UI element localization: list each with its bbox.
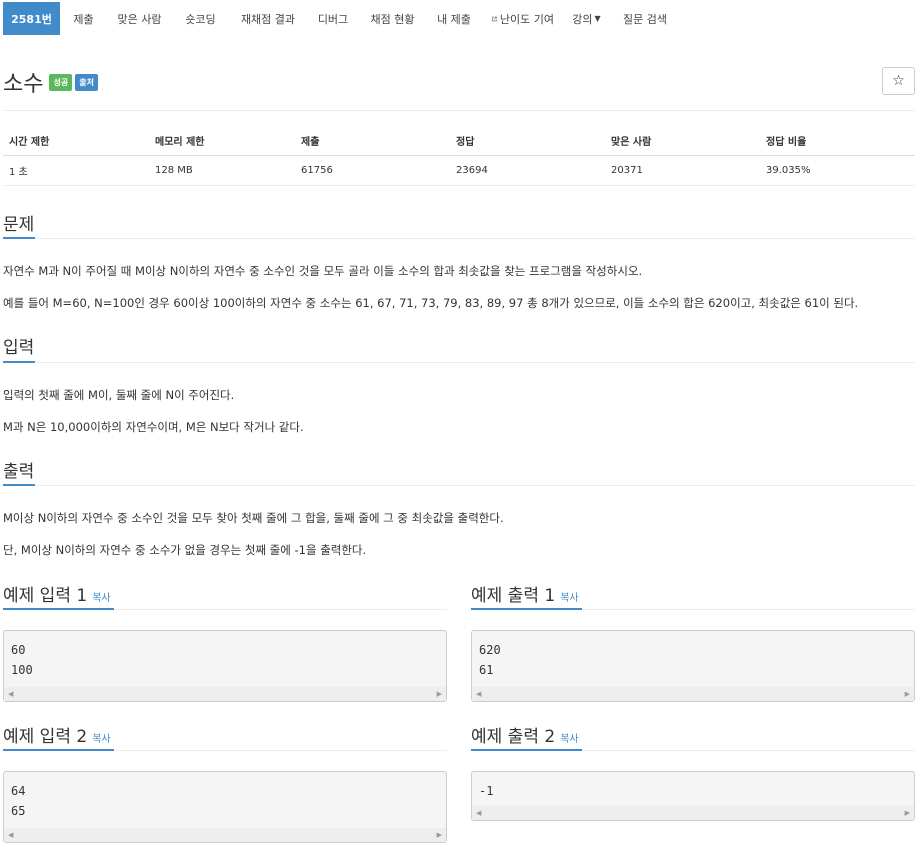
sample-input-1-box[interactable]: 60 100 ◀ ▶ [3, 630, 447, 702]
description-underline [3, 237, 35, 239]
info-header-row: 시간 제한 메모리 제한 제출 정답 맞은 사람 정답 비율 [3, 126, 915, 156]
source-badge[interactable]: 출처 [75, 73, 98, 91]
scroll-left-icon[interactable]: ◀ [476, 809, 481, 817]
nav-lectures-dropdown[interactable]: 강의 ▼ [564, 2, 609, 35]
favorite-button[interactable]: ☆ [882, 67, 915, 95]
description-heading: 문제 [3, 215, 35, 235]
scroll-right-icon[interactable]: ▶ [437, 690, 442, 698]
sample-input-2-heading: 예제 입력 2 복사 [3, 727, 111, 747]
sample-input-1-content: 60 100 [11, 643, 33, 677]
copy-sample-output-1-button[interactable]: 복사 [560, 593, 578, 604]
sample-output-1-underline [471, 608, 582, 610]
horizontal-scrollbar[interactable]: ◀ ▶ [472, 806, 914, 820]
star-icon: ☆ [892, 73, 905, 89]
copy-sample-output-2-button[interactable]: 복사 [560, 734, 578, 745]
nav-question-search[interactable]: 질문 검색 [609, 2, 681, 35]
output-divider [3, 485, 915, 486]
nav-short-coding[interactable]: 숏코딩 [172, 2, 229, 35]
scroll-left-icon[interactable]: ◀ [476, 690, 481, 698]
sample-input-1-underline [3, 608, 114, 610]
sample-output-1-heading: 예제 출력 1 복사 [471, 586, 579, 606]
value-accept-ratio: 39.035% [760, 155, 915, 186]
value-time-limit: 1 초 [3, 155, 149, 186]
header-accept-ratio: 정답 비율 [760, 126, 915, 156]
nav-judge-status[interactable]: 채점 현황 [359, 2, 426, 35]
scroll-left-icon[interactable]: ◀ [8, 831, 13, 839]
title-divider [3, 110, 915, 111]
output-paragraph: M이상 N이하의 자연수 중 소수인 것을 모두 찾아 첫째 줄에 그 합을, … [3, 511, 504, 525]
header-time-limit: 시간 제한 [3, 126, 149, 156]
header-accepted-users: 맞은 사람 [605, 126, 760, 156]
problem-title: 소수 [3, 72, 44, 97]
sample-output-1-box[interactable]: 620 61 ◀ ▶ [471, 630, 915, 702]
horizontal-scrollbar[interactable]: ◀ ▶ [4, 828, 446, 842]
input-paragraph: M과 N은 10,000이하의 자연수이며, M은 N보다 작거나 같다. [3, 420, 304, 434]
problem-title-row: 소수 성공 출처 [3, 66, 101, 98]
nav-my-submissions[interactable]: 내 제출 [426, 2, 482, 35]
description-paragraph: 예를 들어 M=60, N=100인 경우 60이상 100이하의 자연수 중 … [3, 296, 859, 310]
sample-output-1-content: 620 61 [479, 643, 501, 677]
sample-input-2-content: 64 65 [11, 784, 26, 818]
nav-rejudge-results[interactable]: 재채점 결과 [229, 2, 307, 35]
problem-nav: 2581번 제출 맞은 사람 숏코딩 재채점 결과 디버그 채점 현황 내 제출… [3, 2, 681, 35]
header-submissions: 제출 [295, 126, 450, 156]
external-link-icon [492, 16, 497, 21]
nav-debug[interactable]: 디버그 [307, 2, 359, 35]
sample-output-2-heading: 예제 출력 2 복사 [471, 727, 579, 747]
horizontal-scrollbar[interactable]: ◀ ▶ [4, 687, 446, 701]
horizontal-scrollbar[interactable]: ◀ ▶ [472, 687, 914, 701]
copy-sample-input-1-button[interactable]: 복사 [92, 593, 110, 604]
header-accepted: 정답 [450, 126, 605, 156]
scroll-right-icon[interactable]: ▶ [905, 809, 910, 817]
caret-down-icon: ▼ [594, 14, 601, 23]
value-accepted: 23694 [450, 155, 605, 186]
value-accepted-users: 20371 [605, 155, 760, 186]
scroll-left-icon[interactable]: ◀ [8, 690, 13, 698]
output-underline [3, 484, 35, 486]
nav-submit[interactable]: 제출 [60, 2, 107, 35]
output-heading: 출력 [3, 462, 35, 482]
sample-output-2-underline [471, 749, 582, 751]
scroll-right-icon[interactable]: ▶ [437, 831, 442, 839]
input-paragraph: 입력의 첫째 줄에 M이, 둘째 줄에 N이 주어진다. [3, 388, 235, 402]
value-submissions: 61756 [295, 155, 450, 186]
problem-info-table: 시간 제한 메모리 제한 제출 정답 맞은 사람 정답 비율 1 초 128 M… [3, 126, 915, 186]
value-memory-limit: 128 MB [149, 155, 295, 186]
info-value-row: 1 초 128 MB 61756 23694 20371 39.035% [3, 155, 915, 186]
input-divider [3, 362, 915, 363]
nav-problem-number[interactable]: 2581번 [3, 2, 60, 35]
sample-output-2-content: -1 [479, 784, 494, 798]
description-divider [3, 238, 915, 239]
output-paragraph: 단, M이상 N이하의 자연수 중 소수가 없을 경우는 첫째 줄에 -1을 출… [3, 543, 367, 557]
scroll-right-icon[interactable]: ▶ [905, 690, 910, 698]
input-heading: 입력 [3, 338, 35, 358]
sample-input-1-heading: 예제 입력 1 복사 [3, 586, 111, 606]
copy-sample-input-2-button[interactable]: 복사 [92, 734, 110, 745]
sample-input-2-box[interactable]: 64 65 ◀ ▶ [3, 771, 447, 843]
nav-accepted-users[interactable]: 맞은 사람 [107, 2, 172, 35]
sample-input-2-underline [3, 749, 114, 751]
nav-difficulty-contribution[interactable]: 난이도 기여 [482, 2, 564, 35]
solved-badge: 성공 [49, 73, 73, 91]
input-underline [3, 361, 35, 363]
description-paragraph: 자연수 M과 N이 주어질 때 M이상 N이하의 자연수 중 소수인 것을 모두… [3, 264, 643, 278]
header-memory-limit: 메모리 제한 [149, 126, 295, 156]
sample-output-2-box[interactable]: -1 ◀ ▶ [471, 771, 915, 821]
